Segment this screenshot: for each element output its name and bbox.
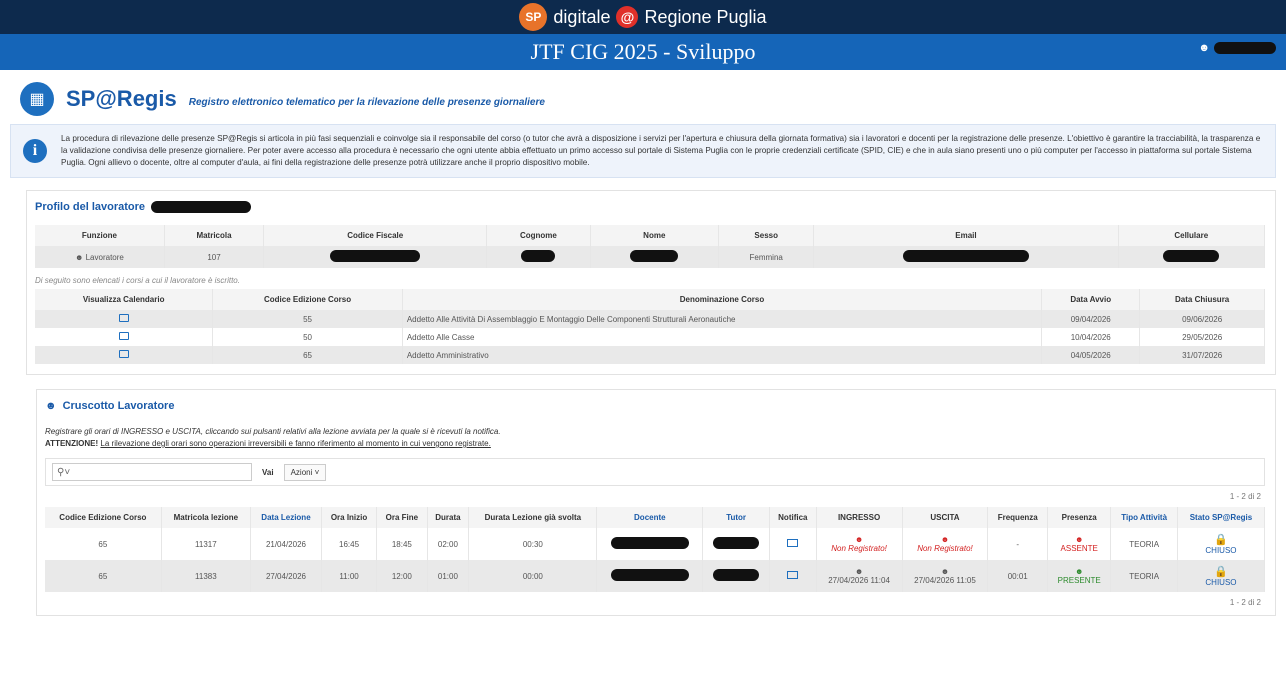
redacted-cellulare <box>1163 250 1220 262</box>
pager-top: 1 - 2 di 2 <box>1229 492 1261 501</box>
report-toolbar: ⚲˅ Vai Azioni ˅ <box>45 458 1265 486</box>
uscita-icon: ☻ <box>940 567 950 576</box>
calendar-icon[interactable] <box>118 350 129 358</box>
table-row: 65 11317 21/04/2026 16:45 18:45 02:00 00… <box>45 528 1266 560</box>
sort-stato[interactable]: Stato SP@Regis <box>1177 507 1266 528</box>
user-icon: ☻ <box>45 400 57 412</box>
courses-note: Di seguito sono elencati i corsi a cui i… <box>35 276 240 285</box>
col-data-chiusura: Data Chiusura <box>1139 289 1265 310</box>
mail-icon[interactable] <box>787 539 799 547</box>
lessons-table: Codice Edizione Corso Matricola lezione … <box>45 507 1266 592</box>
calendar-icon[interactable] <box>118 314 129 322</box>
table-row: 65 Addetto Amministrativo 04/05/2026 31/… <box>35 346 1265 364</box>
info-box: i La procedura di rilevazione delle pres… <box>10 124 1276 178</box>
portal-header: SP digitale @ Regione Puglia <box>0 0 1286 34</box>
sort-tipo-attivita[interactable]: Tipo Attività <box>1110 507 1178 528</box>
uscita-icon: ☻ <box>940 535 950 544</box>
ingresso-icon: ☻ <box>854 535 864 544</box>
app-subtitle: Registro elettronico telematico per la r… <box>188 96 545 108</box>
present-icon: ☻ <box>1074 567 1084 576</box>
redacted-docente <box>610 537 689 549</box>
cruscotto-title: ☻ Cruscotto Lavoratore <box>45 400 175 412</box>
chevron-down-icon: ˅ <box>314 467 320 477</box>
col-nome: Nome <box>590 225 720 246</box>
app-name: SP@Regis <box>66 86 177 111</box>
courses-table: Visualizza Calendario Codice Edizione Co… <box>35 289 1265 364</box>
cruscotto-instructions: Registrare gli orari di INGRESSO e USCIT… <box>45 427 501 448</box>
app-brand: ▦ SP@Regis Registro elettronico telemati… <box>0 70 1286 124</box>
col-funzione: Funzione <box>35 225 165 246</box>
col-codice-edizione: Codice Edizione Corso <box>212 289 403 310</box>
table-row: 55 Addetto Alle Attività Di Assemblaggio… <box>35 310 1265 328</box>
info-icon: i <box>23 139 47 163</box>
calendar-icon[interactable] <box>118 332 129 340</box>
page-title: JTF CIG 2025 - Sviluppo <box>530 39 756 64</box>
col-cellulare: Cellulare <box>1118 225 1266 246</box>
azioni-button[interactable]: Azioni ˅ <box>283 463 327 481</box>
col-cognome: Cognome <box>486 225 591 246</box>
search-input[interactable]: ⚲˅ <box>52 463 252 481</box>
lock-icon: 🔒 <box>1214 534 1228 546</box>
brand-text-regione: Regione Puglia <box>644 6 767 27</box>
sort-data-lezione[interactable]: Data Lezione <box>250 507 322 528</box>
redacted-nome <box>630 250 679 262</box>
redacted-docente <box>610 569 689 581</box>
redacted-worker-name <box>151 201 252 213</box>
sp-logo-icon: SP <box>519 3 548 31</box>
pager-bottom: 1 - 2 di 2 <box>1229 598 1261 607</box>
redacted-tutor <box>713 537 760 549</box>
mail-icon[interactable] <box>787 571 799 579</box>
app-titlebar: JTF CIG 2025 - Sviluppo ☻ <box>0 34 1286 70</box>
sort-tutor[interactable]: Tutor <box>702 507 771 528</box>
absent-icon: ☻ <box>1074 535 1084 544</box>
profile-table: Funzione Matricola Codice Fiscale Cognom… <box>35 225 1266 268</box>
col-codice-fiscale: Codice Fiscale <box>263 225 488 246</box>
col-calendario: Visualizza Calendario <box>35 289 214 310</box>
at-logo-icon: @ <box>616 6 639 28</box>
redacted-codice-fiscale <box>330 250 421 262</box>
user-icon: ☻ <box>1198 42 1210 54</box>
redacted-tutor <box>713 569 760 581</box>
profile-panel: Profilo del lavoratore Funzione Matricol… <box>26 190 1276 375</box>
redacted-username <box>1214 42 1276 54</box>
ingresso-icon: ☻ <box>854 567 864 576</box>
user-menu[interactable]: ☻ <box>1198 42 1276 54</box>
lock-icon: 🔒 <box>1214 566 1228 578</box>
col-matricola: Matricola <box>164 225 265 246</box>
brand-text-digitale: digitale <box>553 6 611 27</box>
search-icon[interactable]: ⚲˅ <box>57 467 70 478</box>
cruscotto-panel: ☻ Cruscotto Lavoratore Registrare gli or… <box>36 389 1276 616</box>
profile-title: Profilo del lavoratore <box>35 197 1265 217</box>
col-email: Email <box>813 225 1119 246</box>
user-icon: ☻ <box>74 252 84 262</box>
redacted-email <box>902 250 1029 262</box>
redacted-cognome <box>521 250 556 262</box>
col-data-avvio: Data Avvio <box>1041 289 1141 310</box>
info-text: La procedura di rilevazione delle presen… <box>61 134 1261 167</box>
col-sesso: Sesso <box>718 225 815 246</box>
table-row: 50 Addetto Alle Casse 10/04/2026 29/05/2… <box>35 328 1265 346</box>
register-icon: ▦ <box>20 82 54 116</box>
table-row: 65 11383 27/04/2026 11:00 12:00 01:00 00… <box>45 560 1266 592</box>
table-row: ☻ Lavoratore 107 Femmina <box>35 246 1266 268</box>
sort-docente[interactable]: Docente <box>596 507 704 528</box>
vai-button[interactable]: Vai <box>256 465 280 480</box>
col-denominazione: Denominazione Corso <box>402 289 1043 310</box>
